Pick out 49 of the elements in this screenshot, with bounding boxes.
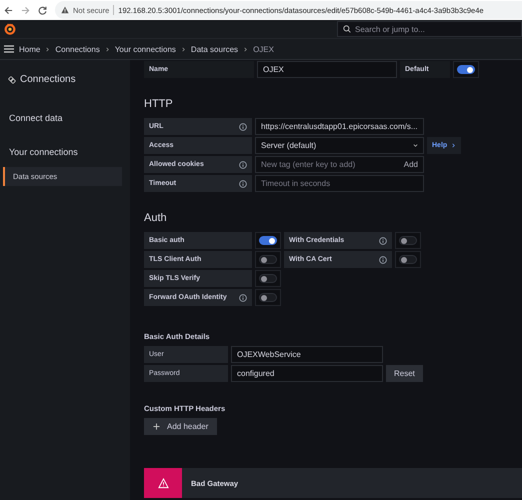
toggle-switch[interactable] [399,255,417,264]
section-heading: Auth [144,212,168,224]
user-input-field[interactable]: OJEXWebService [231,346,383,363]
logo-icon[interactable] [4,23,16,35]
back-arrow-icon[interactable] [4,6,13,14]
password-input-field[interactable]: configured [231,365,383,382]
add-header-button[interactable]: Add header [144,418,218,435]
text-input-field[interactable]: https://centralusdtapp01.epicorsaas.com/s... [255,118,424,135]
info-icon [239,180,247,188]
sidebar-item[interactable]: Connect data [0,109,130,127]
search-icon [343,25,351,33]
reload-icon[interactable] [38,6,47,14]
sidebar-title: Connections [20,74,76,85]
toggle-switch[interactable] [399,236,417,245]
warning-icon [61,6,69,14]
sidebar-item[interactable]: Your connections [0,143,130,161]
toggle-switch[interactable] [259,236,277,245]
info-icon [239,160,247,168]
warning-icon [158,478,168,488]
toggle-switch[interactable] [457,65,475,74]
search-field[interactable]: Search or jump to... [337,21,522,37]
connections-icon [8,76,16,84]
menu-icon[interactable] [4,45,14,53]
toggle-switch[interactable] [259,255,277,264]
breadcrumb-link[interactable]: Data sources [190,44,238,54]
section-heading: HTTP [144,98,174,110]
chevron-icon [243,46,248,52]
breadcrumb-link[interactable]: Your connections [114,44,176,54]
info-icon [239,294,247,302]
chevron-down-icon [413,143,418,148]
access-select[interactable]: Server (default) [255,137,424,154]
chevron-icon [45,46,50,52]
tag-input-field[interactable]: New tag (enter key to add) Add [255,156,424,173]
text-input-field[interactable]: Timeout in seconds [255,175,424,192]
info-icon [239,122,247,130]
plus-icon [153,423,160,430]
toggle-switch[interactable] [259,274,277,283]
chevron-icon [104,46,110,52]
breadcrumb-link[interactable]: OJEX [253,44,274,54]
reset-button[interactable]: Reset [386,365,423,382]
toggle-switch[interactable] [259,293,277,302]
info-icon [379,256,387,264]
info-icon [379,236,387,244]
chevron-icon [451,143,456,148]
breadcrumb-link[interactable]: Connections [55,44,100,54]
name-field[interactable]: OJEX [257,61,397,78]
add-tag-button[interactable]: Add [404,160,418,169]
chevron-icon [180,46,186,52]
breadcrumb-link[interactable]: Home [19,44,40,54]
